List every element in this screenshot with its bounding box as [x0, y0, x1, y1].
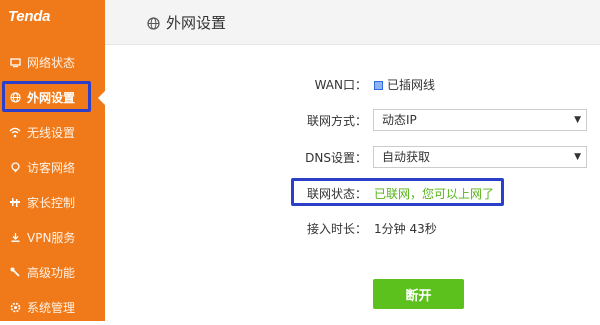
cable-indicator-icon — [374, 81, 383, 90]
wan-status: 已插网线 — [374, 76, 435, 93]
sidebar-item-vpn[interactable]: VPN服务 — [0, 220, 105, 255]
network-status-icon — [9, 57, 21, 69]
page-header: 外网设置 — [105, 0, 600, 45]
sidebar-item-network-status[interactable]: 网络状态 — [0, 45, 105, 80]
sidebar-menu: 网络状态 外网设置 无线设置 访客网络 家长控制 VPN服务 高级功能 系统管理 — [0, 45, 105, 325]
sidebar-item-label: 网络状态 — [27, 56, 76, 70]
sidebar-item-label: 系统管理 — [27, 301, 76, 315]
uptime-value: 1分钟 43秒 — [374, 222, 437, 236]
uptime-row: 接入时长： 1分钟 43秒 — [105, 217, 600, 241]
sidebar-item-label: 家长控制 — [27, 196, 76, 210]
sidebar-item-label: 无线设置 — [27, 126, 76, 140]
sidebar-item-system[interactable]: 系统管理 — [0, 290, 105, 325]
sidebar-item-parental-control[interactable]: 家长控制 — [0, 185, 105, 220]
sidebar-item-wireless[interactable]: 无线设置 — [0, 115, 105, 150]
dns-label: DNS设置： — [305, 151, 367, 165]
settings-icon — [9, 302, 21, 314]
sidebar-item-label: 高级功能 — [27, 266, 76, 280]
dns-select[interactable]: 自动获取 ▼ — [373, 146, 587, 168]
globe-icon — [147, 15, 160, 30]
status-row: 联网状态： 已联网，您可以上网了 — [105, 182, 600, 206]
sidebar: Tenda 网络状态 外网设置 无线设置 访客网络 家长控制 VPN服务 高级功… — [0, 0, 105, 321]
mode-label: 联网方式： — [306, 114, 367, 128]
globe-icon — [9, 92, 21, 104]
uptime-label: 接入时长： — [306, 222, 367, 236]
brand-logo: Tenda — [8, 8, 51, 25]
status-label: 联网状态： — [306, 187, 367, 201]
dropdown-arrow-icon: ▼ — [574, 115, 581, 125]
sidebar-item-label: VPN服务 — [27, 231, 76, 245]
wifi-icon — [9, 127, 21, 139]
wan-row: WAN口： 已插网线 — [105, 73, 600, 97]
wan-status-text: 已插网线 — [387, 78, 436, 92]
connection-mode-select[interactable]: 动态IP ▼ — [373, 109, 587, 131]
sidebar-item-label: 访客网络 — [27, 161, 76, 175]
sidebar-item-wan-settings[interactable]: 外网设置 — [0, 80, 105, 115]
page-title: 外网设置 — [166, 14, 227, 32]
vpn-icon — [9, 232, 21, 244]
wan-label: WAN口： — [314, 78, 367, 92]
dns-row: DNS设置： 自动获取 ▼ — [105, 146, 600, 170]
sidebar-item-guest-network[interactable]: 访客网络 — [0, 150, 105, 185]
dns-value: 自动获取 — [382, 150, 431, 164]
connection-mode-value: 动态IP — [382, 113, 417, 127]
mode-row: 联网方式： 动态IP ▼ — [105, 109, 600, 133]
connection-status: 已联网，您可以上网了 — [374, 187, 495, 201]
disconnect-button[interactable]: 断开 — [373, 279, 464, 309]
sidebar-item-advanced[interactable]: 高级功能 — [0, 255, 105, 290]
dropdown-arrow-icon: ▼ — [574, 152, 581, 162]
sidebar-item-label: 外网设置 — [27, 91, 76, 105]
parental-icon — [9, 197, 21, 209]
tools-icon — [9, 267, 21, 279]
guest-icon — [9, 162, 21, 174]
